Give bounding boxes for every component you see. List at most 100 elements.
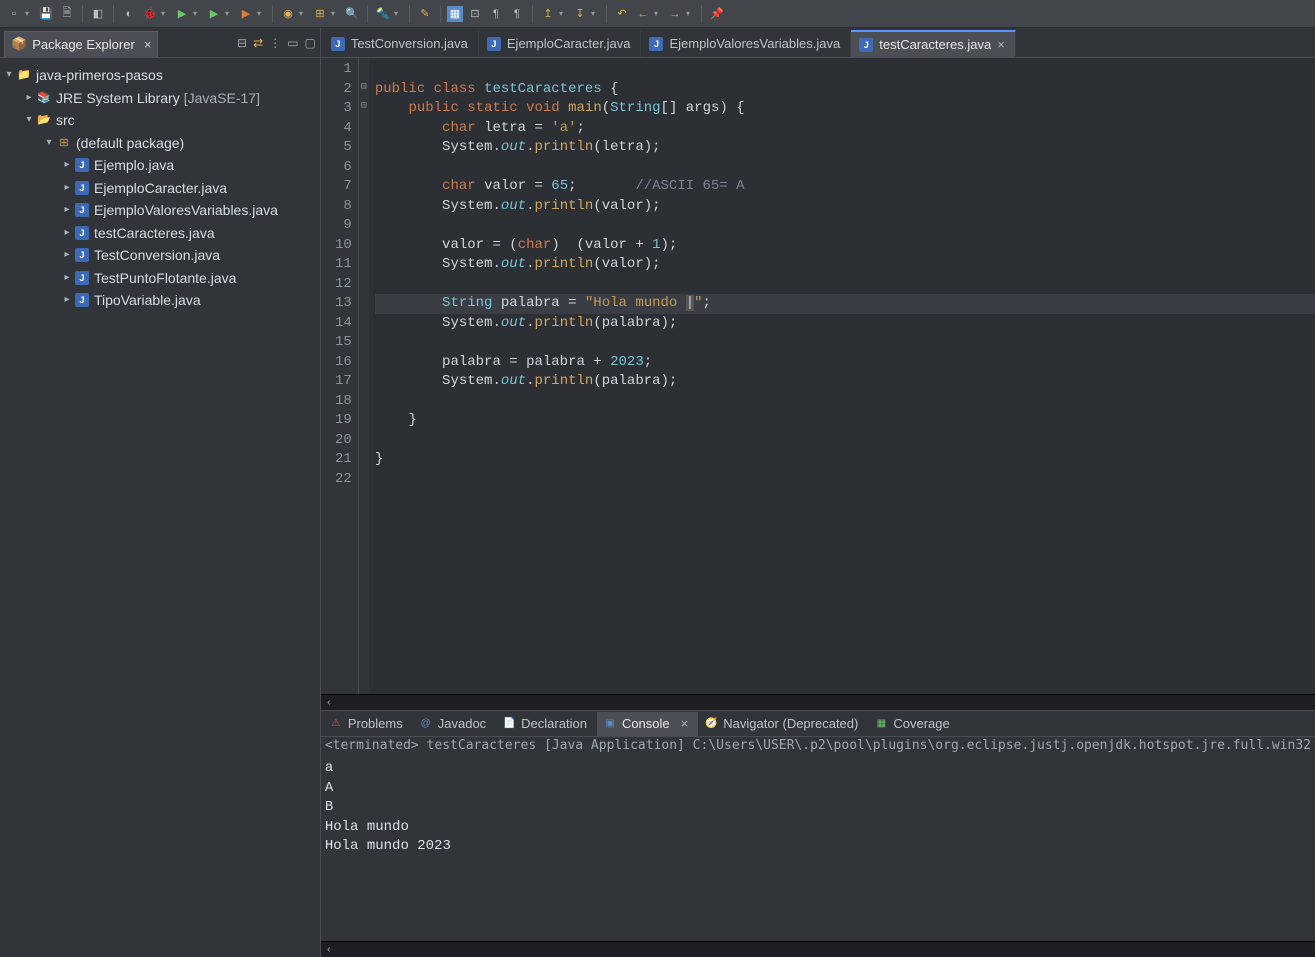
file-node[interactable]: ▸ J TipoVariable.java (2, 289, 318, 312)
dropdown-icon[interactable]: ▾ (299, 9, 307, 18)
file-node[interactable]: ▸ J EjemploCaracter.java (2, 177, 318, 200)
prev-annot-icon[interactable]: ↥ (539, 5, 557, 23)
code-line[interactable]: System.out.println(palabra); (375, 314, 1315, 334)
editor-scrollbar[interactable]: ‹ (321, 694, 1315, 710)
ws-icon[interactable]: ⊡ (466, 5, 484, 23)
expand-icon[interactable]: ▾ (22, 109, 36, 132)
new-icon[interactable]: ▫ (5, 5, 23, 23)
file-node[interactable]: ▸ J EjemploValoresVariables.java (2, 199, 318, 222)
file-node[interactable]: ▸ J testCaracteres.java (2, 222, 318, 245)
bottom-tab[interactable]: ⚠ Problems (323, 712, 413, 736)
expand-icon[interactable]: ▸ (60, 289, 74, 312)
minimize-icon[interactable]: ▭ (287, 36, 298, 50)
code-line[interactable] (375, 431, 1315, 451)
code-line[interactable]: palabra = palabra + 2023; (375, 353, 1315, 373)
dropdown-icon[interactable]: ▾ (193, 9, 201, 18)
close-icon[interactable]: × (681, 716, 689, 731)
expand-icon[interactable]: ▸ (60, 267, 74, 290)
close-icon[interactable]: × (144, 37, 152, 52)
code-line[interactable]: public class testCaracteres { (375, 80, 1315, 100)
expand-icon[interactable]: ▾ (2, 64, 16, 87)
word-wrap-icon[interactable]: ¶ (487, 5, 505, 23)
new-package-icon[interactable]: ⊞ (311, 5, 329, 23)
package-explorer-tab[interactable]: 📦 Package Explorer × (4, 31, 158, 57)
ext-tools-icon[interactable]: ▶ (237, 5, 255, 23)
editor-tab[interactable]: J TestConversion.java (323, 30, 479, 57)
console-scrollbar[interactable]: ‹ (321, 941, 1315, 957)
code-line[interactable] (375, 216, 1315, 236)
expand-icon[interactable]: ▸ (60, 199, 74, 222)
bottom-tab[interactable]: 🧭 Navigator (Deprecated) (698, 712, 868, 736)
code-line[interactable] (375, 333, 1315, 353)
pin-icon[interactable]: 📌 (708, 5, 726, 23)
editor-tab[interactable]: J testCaracteres.java× (851, 30, 1016, 57)
skip-bp-icon[interactable]: ◐ (120, 5, 138, 23)
code-line[interactable]: } (375, 411, 1315, 431)
file-node[interactable]: ▸ J TestConversion.java (2, 244, 318, 267)
bottom-tab[interactable]: ▦ Coverage (868, 712, 959, 736)
debug-icon[interactable]: 🐞 (141, 5, 159, 23)
view-menu-icon[interactable]: ⋮ (269, 36, 281, 50)
block-select-icon[interactable]: ▦ (447, 6, 463, 22)
maximize-icon[interactable]: ▢ (304, 36, 315, 50)
show-ws-icon[interactable]: ¶ (508, 5, 526, 23)
toggle-icon[interactable]: ◧ (89, 5, 107, 23)
coverage-icon[interactable]: ▶ (205, 5, 223, 23)
dropdown-icon[interactable]: ▾ (394, 9, 402, 18)
search-icon[interactable]: 🔦 (374, 5, 392, 23)
code-line[interactable]: System.out.println(valor); (375, 197, 1315, 217)
next-annot-icon[interactable]: ↧ (571, 5, 589, 23)
code-area[interactable]: public class testCaracteres { public sta… (369, 58, 1315, 694)
save-icon[interactable]: 💾 (37, 5, 55, 23)
dropdown-icon[interactable]: ▾ (654, 9, 662, 18)
code-line[interactable]: char valor = 65; //ASCII 65= A (375, 177, 1315, 197)
code-line[interactable]: String palabra = "Hola mundo |"; (375, 294, 1315, 314)
open-type-icon[interactable]: 🔍 (343, 5, 361, 23)
project-node[interactable]: ▾ 📁 java-primeros-pasos (2, 64, 318, 87)
toggle-mark-icon[interactable]: ✎ (416, 5, 434, 23)
expand-icon[interactable]: ▸ (60, 222, 74, 245)
dropdown-icon[interactable]: ▾ (591, 9, 599, 18)
code-line[interactable] (375, 392, 1315, 412)
src-node[interactable]: ▾ 📂 src (2, 109, 318, 132)
scroll-left-icon[interactable]: ‹ (321, 942, 337, 957)
run-icon[interactable]: ▶ (173, 5, 191, 23)
editor-tab[interactable]: J EjemploValoresVariables.java (641, 30, 851, 57)
code-line[interactable]: System.out.println(palabra); (375, 372, 1315, 392)
jre-node[interactable]: ▸ 📚 JRE System Library [JavaSE-17] (2, 87, 318, 110)
save-all-icon[interactable]: 🗎 (58, 5, 76, 23)
expand-icon[interactable]: ▸ (60, 244, 74, 267)
link-editor-icon[interactable]: ⇄ (253, 36, 263, 50)
collapse-all-icon[interactable]: ⊟ (237, 36, 247, 50)
dropdown-icon[interactable]: ▾ (686, 9, 694, 18)
file-node[interactable]: ▸ J Ejemplo.java (2, 154, 318, 177)
code-line[interactable]: char letra = 'a'; (375, 119, 1315, 139)
package-node[interactable]: ▾ ⊞ (default package) (2, 132, 318, 155)
forward-icon[interactable]: → (666, 5, 684, 23)
expand-icon[interactable]: ▸ (22, 87, 36, 110)
code-line[interactable] (375, 275, 1315, 295)
expand-icon[interactable]: ▸ (60, 177, 74, 200)
code-line[interactable]: valor = (char) (valor + 1); (375, 236, 1315, 256)
file-node[interactable]: ▸ J TestPuntoFlotante.java (2, 267, 318, 290)
dropdown-icon[interactable]: ▾ (559, 9, 567, 18)
back-icon[interactable]: ← (634, 5, 652, 23)
code-line[interactable] (375, 470, 1315, 490)
scroll-left-icon[interactable]: ‹ (321, 695, 337, 711)
folding-gutter[interactable]: ⊟⊟ (359, 58, 369, 694)
code-line[interactable] (375, 158, 1315, 178)
code-line[interactable] (375, 60, 1315, 80)
bottom-tab[interactable]: 📄 Declaration (496, 712, 597, 736)
editor-tab[interactable]: J EjemploCaracter.java (479, 30, 642, 57)
code-line[interactable]: System.out.println(letra); (375, 138, 1315, 158)
code-line[interactable]: System.out.println(valor); (375, 255, 1315, 275)
expand-icon[interactable]: ▾ (42, 132, 56, 155)
code-editor[interactable]: 12345678910111213141516171819202122 ⊟⊟ p… (321, 58, 1315, 694)
code-line[interactable]: public static void main(String[] args) { (375, 99, 1315, 119)
dropdown-icon[interactable]: ▾ (25, 9, 33, 18)
dropdown-icon[interactable]: ▾ (331, 9, 339, 18)
dropdown-icon[interactable]: ▾ (225, 9, 233, 18)
expand-icon[interactable]: ▸ (60, 154, 74, 177)
bottom-tab[interactable]: @ Javadoc (413, 712, 496, 736)
bottom-tab[interactable]: ▣ Console× (597, 712, 698, 736)
